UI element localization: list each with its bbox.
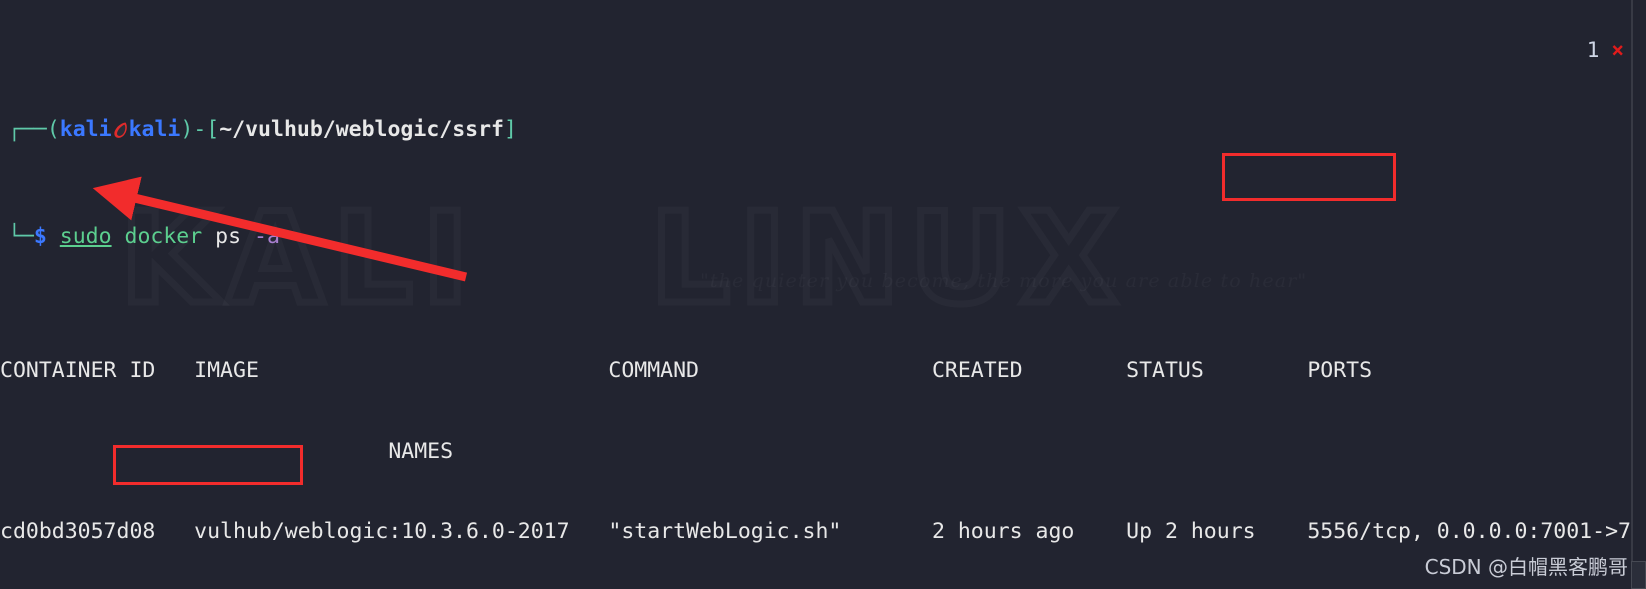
prompt-host: kali bbox=[128, 117, 181, 143]
prompt-corner-top: ┌── bbox=[8, 117, 47, 143]
prompt-dash: - bbox=[193, 117, 207, 143]
terminal-output[interactable]: ┌──(kali kali)-[~/vulhub/weblogic/ssrf] └… bbox=[0, 0, 1646, 589]
csdn-watermark: CSDN @白帽黑客鹏哥 bbox=[1424, 555, 1628, 579]
docker-ps-row-1-line-1: cd0bd3057d08 vulhub/weblogic:10.3.6.0-20… bbox=[0, 519, 1631, 545]
terminal-scrollbar-thumb[interactable] bbox=[1631, 561, 1646, 589]
command-line-1: └─$ sudo docker ps -a bbox=[0, 224, 1646, 251]
command-subcommand-ps: ps bbox=[215, 224, 242, 250]
command-flag-a: -a bbox=[254, 224, 280, 250]
command-sudo: sudo bbox=[59, 224, 112, 250]
terminal-window: KALI LINUX "the quieter you become, the … bbox=[0, 0, 1646, 589]
terminal-scrollbar-track[interactable] bbox=[1631, 0, 1633, 589]
error-x-icon: × bbox=[1611, 38, 1624, 62]
prompt-path: ~/vulhub/weblogic/ssrf bbox=[219, 117, 504, 143]
prompt-close-bracket: ] bbox=[504, 117, 517, 143]
prompt-line-1: ┌──(kali kali)-[~/vulhub/weblogic/ssrf] bbox=[0, 117, 1646, 144]
prompt-open-bracket: [ bbox=[206, 117, 220, 143]
prompt-corner-bottom: └─ bbox=[8, 224, 34, 250]
prompt-user: kali bbox=[59, 117, 112, 143]
docker-ps-header-line-2: NAMES bbox=[0, 438, 454, 464]
status-indicator: 1 × bbox=[1587, 38, 1624, 62]
prompt-close-paren: ) bbox=[180, 117, 194, 143]
kali-dragon-icon bbox=[112, 120, 129, 140]
prompt-dollar: $ bbox=[33, 224, 47, 250]
exit-code-count: 1 bbox=[1586, 38, 1600, 62]
command-docker: docker bbox=[124, 224, 203, 250]
prompt-open-paren: ( bbox=[46, 117, 60, 143]
docker-ps-header-line-1: CONTAINER ID IMAGE COMMAND CREATED STATU… bbox=[0, 358, 1373, 384]
